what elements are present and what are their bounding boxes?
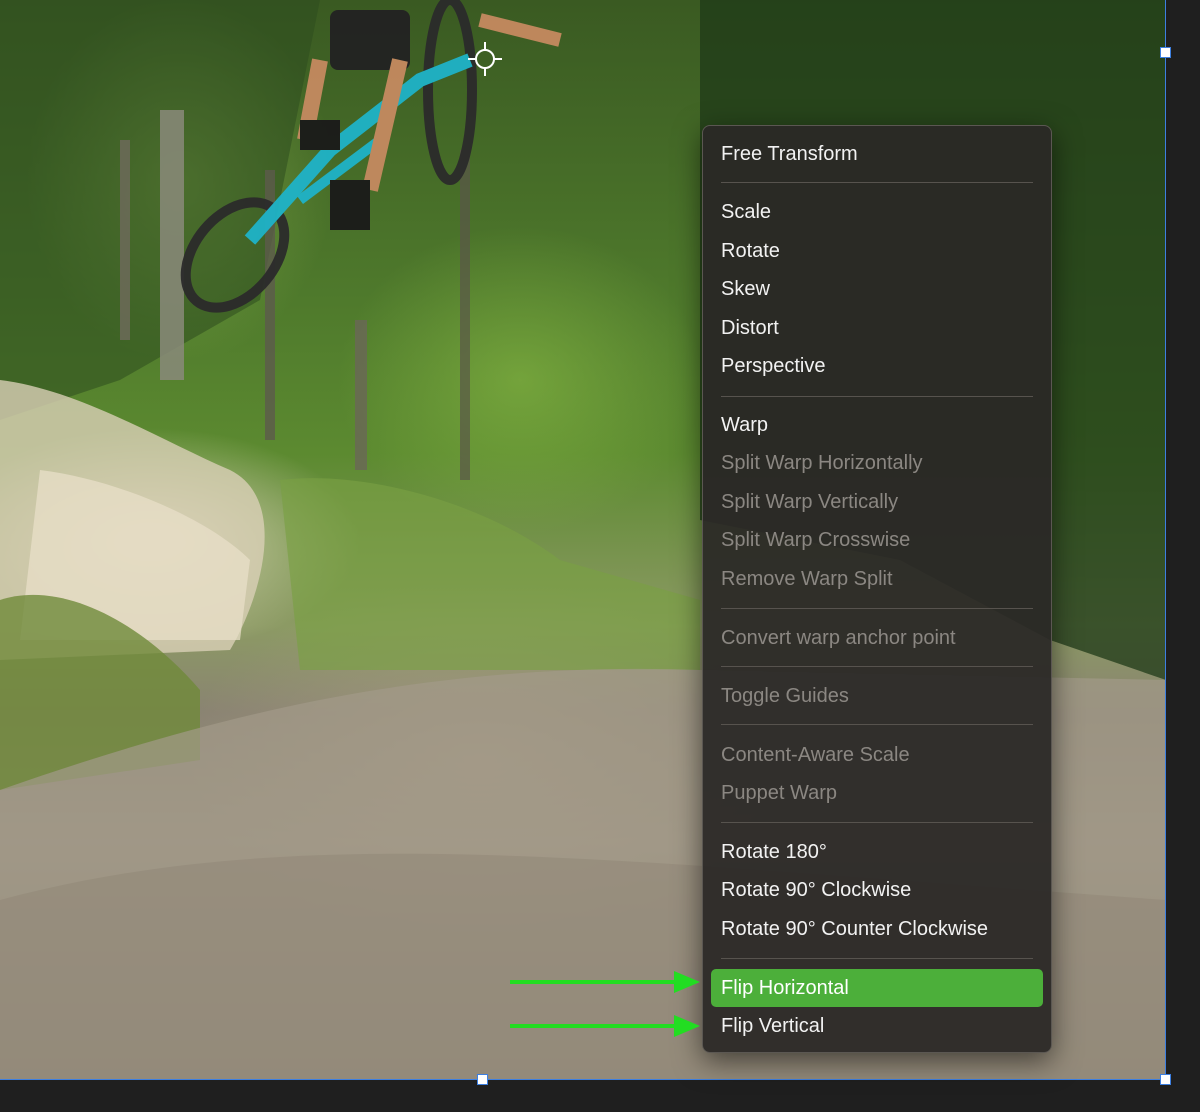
menu-item-split-warp-crosswise: Split Warp Crosswise bbox=[721, 529, 911, 551]
menu-item-distort[interactable]: Distort bbox=[711, 310, 1043, 346]
menu-item-remove-warp-split: Remove Warp Split bbox=[721, 568, 893, 590]
transform-context-menu: Free Transform Scale Rotate Skew Distort… bbox=[702, 125, 1052, 1053]
menu-separator bbox=[721, 958, 1033, 959]
crosshair-icon bbox=[468, 42, 502, 76]
arrow-right-icon bbox=[510, 1015, 700, 1037]
menu-separator bbox=[721, 822, 1033, 823]
menu-item-convert-warp-anchor-point: Convert warp anchor point bbox=[721, 627, 956, 649]
menu-item-rotate-90-ccw[interactable]: Rotate 90° Counter Clockwise bbox=[711, 911, 1043, 947]
menu-item-rotate-90-cw[interactable]: Rotate 90° Clockwise bbox=[711, 872, 1043, 908]
menu-item-content-aware-scale: Content-Aware Scale bbox=[721, 744, 910, 766]
menu-item-scale[interactable]: Scale bbox=[711, 194, 1043, 230]
transform-handle-top-right[interactable] bbox=[1160, 47, 1171, 58]
menu-item-puppet-warp: Puppet Warp bbox=[721, 782, 837, 804]
transform-handle-bottom-middle[interactable] bbox=[477, 1074, 488, 1085]
menu-item-split-warp-horizontally: Split Warp Horizontally bbox=[721, 452, 923, 474]
transform-frame-bottom-edge bbox=[0, 1079, 1166, 1080]
menu-item-skew[interactable]: Skew bbox=[711, 271, 1043, 307]
arrow-right-icon bbox=[510, 971, 700, 993]
menu-separator bbox=[721, 666, 1033, 667]
menu-item-split-warp-vertically: Split Warp Vertically bbox=[721, 491, 899, 513]
menu-item-warp[interactable]: Warp bbox=[711, 407, 1043, 443]
transform-handle-bottom-right[interactable] bbox=[1160, 1074, 1171, 1085]
menu-separator bbox=[721, 608, 1033, 609]
menu-separator bbox=[721, 182, 1033, 183]
transform-frame-right-edge bbox=[1165, 0, 1166, 1080]
menu-item-flip-horizontal[interactable]: Flip Horizontal bbox=[711, 969, 1043, 1007]
menu-item-rotate[interactable]: Rotate bbox=[711, 233, 1043, 269]
menu-separator bbox=[721, 724, 1033, 725]
menu-item-flip-vertical[interactable]: Flip Vertical bbox=[711, 1008, 1043, 1044]
menu-item-perspective[interactable]: Perspective bbox=[711, 348, 1043, 384]
menu-item-rotate-180[interactable]: Rotate 180° bbox=[711, 834, 1043, 870]
menu-separator bbox=[721, 396, 1033, 397]
menu-item-free-transform[interactable]: Free Transform bbox=[711, 136, 1043, 172]
menu-item-toggle-guides: Toggle Guides bbox=[721, 685, 849, 707]
